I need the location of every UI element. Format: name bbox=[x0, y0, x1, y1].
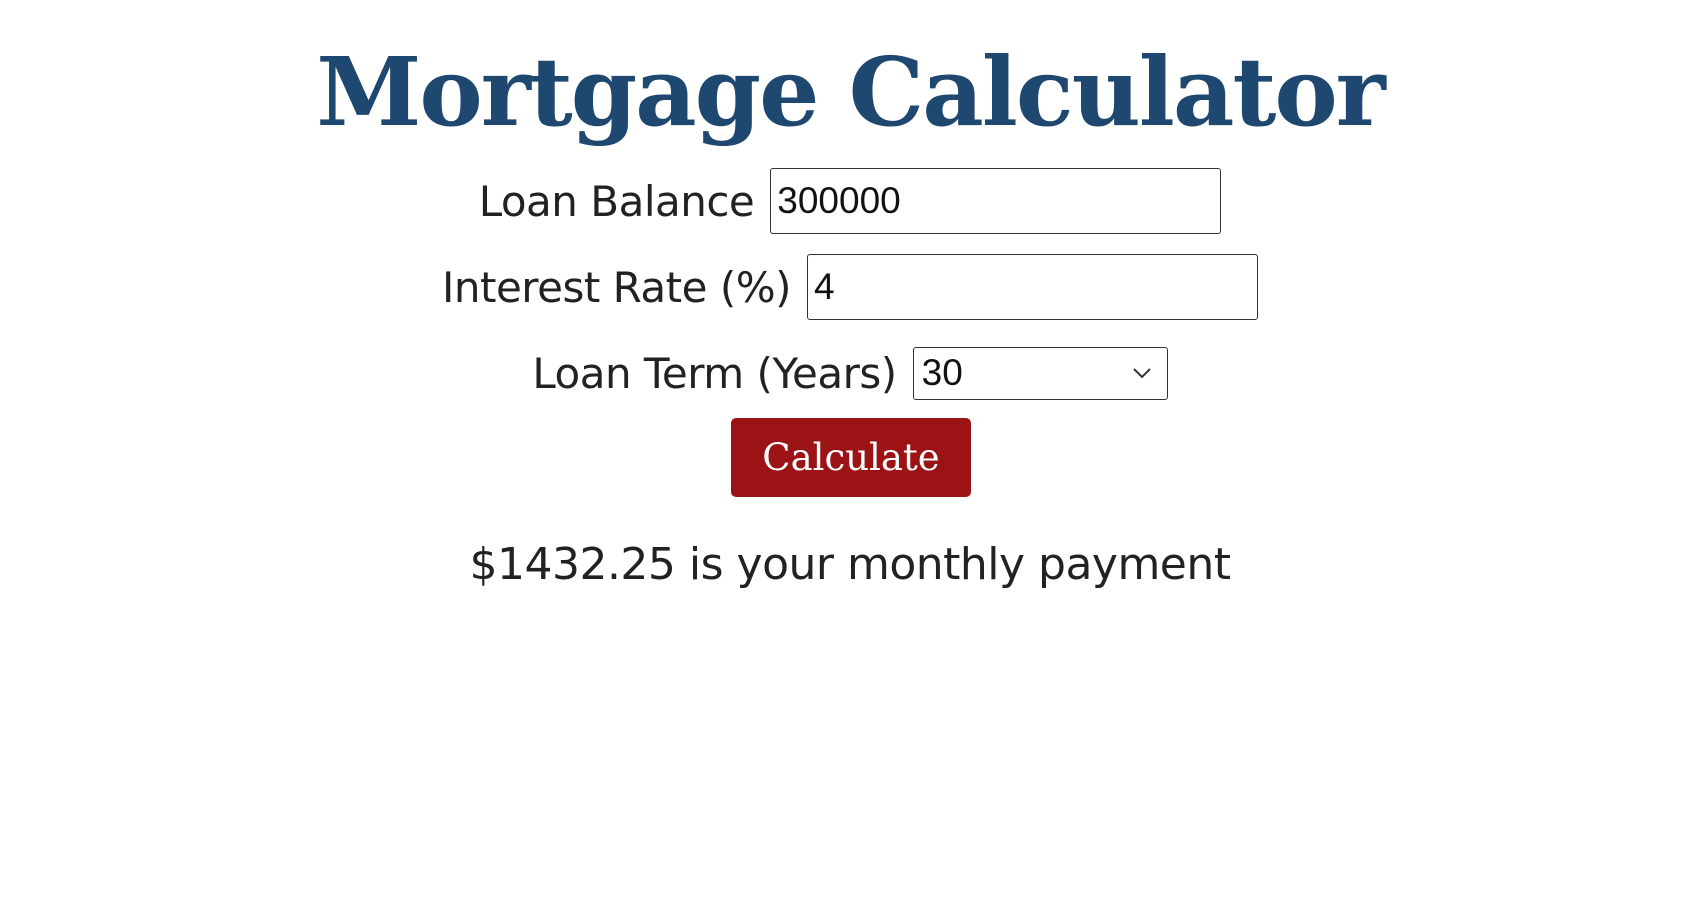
loan-term-selected-value: 30 bbox=[921, 352, 963, 393]
loan-term-select[interactable]: 30 bbox=[912, 346, 1168, 400]
interest-rate-input[interactable] bbox=[807, 254, 1259, 320]
page-title: Mortgage Calculator bbox=[316, 37, 1386, 148]
loan-balance-label: Loan Balance bbox=[478, 176, 755, 226]
loan-balance-row: Loan Balance bbox=[0, 166, 1700, 236]
interest-rate-row: Interest Rate (%) bbox=[0, 252, 1700, 322]
chevron-down-icon bbox=[1127, 363, 1157, 383]
loan-term-label: Loan Term (Years) bbox=[532, 348, 897, 398]
loan-balance-input[interactable] bbox=[770, 168, 1222, 234]
loan-term-row: Loan Term (Years) 30 bbox=[0, 338, 1700, 408]
interest-rate-label: Interest Rate (%) bbox=[441, 262, 792, 312]
monthly-payment-result: $1432.25 is your monthly payment bbox=[469, 539, 1231, 590]
calculate-button[interactable]: Calculate bbox=[731, 418, 971, 497]
